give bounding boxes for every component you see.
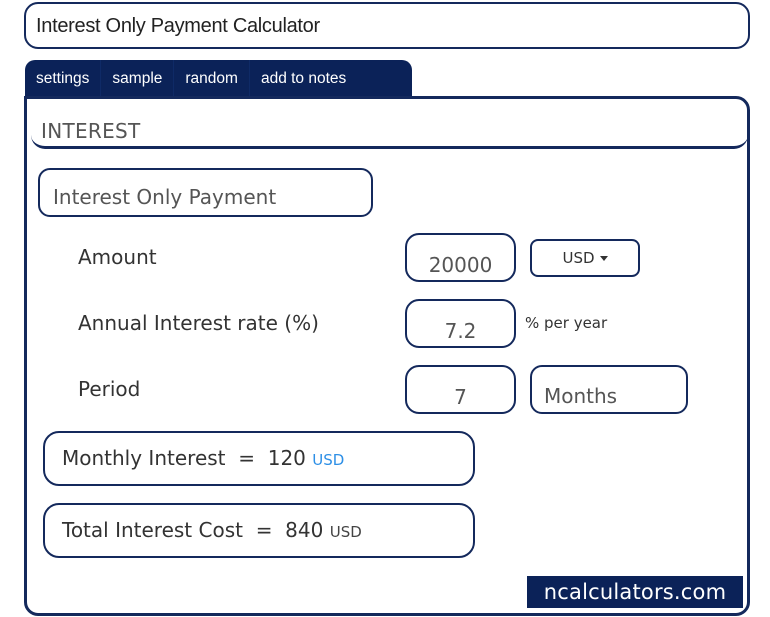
calculator-name-box: Interest Only Payment (38, 168, 373, 217)
rate-unit: % per year (525, 314, 608, 332)
total-interest-currency: USD (329, 523, 362, 541)
total-interest-value: 840 (285, 518, 324, 542)
tab-settings[interactable]: settings (25, 60, 102, 97)
currency-select[interactable]: USD (530, 239, 640, 277)
monthly-interest-equals: = (238, 446, 255, 470)
section-title: INTEREST (41, 119, 141, 143)
period-unit-select[interactable]: Months (530, 365, 688, 414)
tab-sample[interactable]: sample (101, 60, 175, 97)
period-input[interactable]: 7 (405, 365, 516, 414)
caret-down-icon (599, 255, 608, 261)
toolbar-tabs: settings sample random add to notes (25, 60, 412, 97)
amount-input[interactable]: 20000 (405, 233, 516, 282)
total-interest-label: Total Interest Cost (62, 518, 243, 542)
period-label: Period (78, 377, 141, 401)
brand-logo[interactable]: ncalculators.com (527, 576, 743, 608)
total-interest-equals: = (255, 518, 273, 542)
currency-select-value: USD (562, 249, 595, 267)
calculator-name: Interest Only Payment (53, 185, 277, 209)
tab-random[interactable]: random (174, 60, 250, 97)
calculator-panel: INTEREST Interest Only Payment Amount 20… (24, 96, 750, 616)
monthly-interest-label: Monthly Interest (62, 446, 226, 470)
monthly-interest-result: Monthly Interest = 120 USD (43, 431, 475, 486)
amount-label: Amount (78, 245, 157, 269)
monthly-interest-value: 120 (267, 446, 306, 470)
page-title: Interest Only Payment Calculator (36, 15, 320, 37)
total-interest-result: Total Interest Cost = 840 USD (43, 503, 475, 558)
tab-add-to-notes[interactable]: add to notes (250, 60, 357, 97)
monthly-interest-currency-link[interactable]: USD (312, 451, 344, 469)
rate-input[interactable]: 7.2 (405, 299, 516, 348)
rate-label: Annual Interest rate (%) (78, 311, 319, 335)
section-header: INTEREST (31, 113, 748, 149)
calculator-title-box: Interest Only Payment Calculator (24, 2, 750, 49)
